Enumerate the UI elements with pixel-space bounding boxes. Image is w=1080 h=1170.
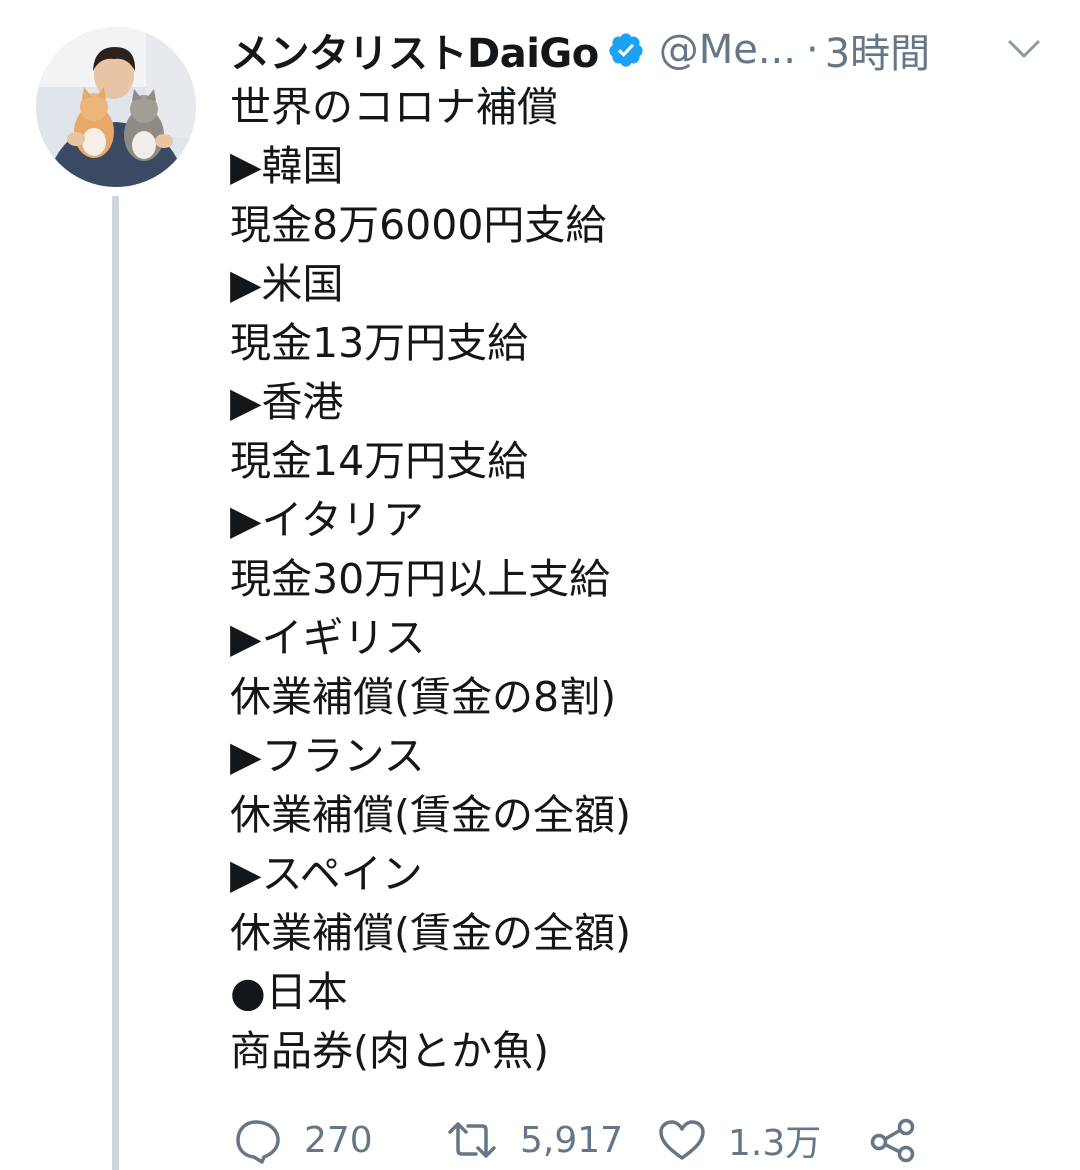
retweet-count: 5,917 bbox=[520, 1119, 624, 1161]
tweet-text-line: 休業補償(賃金の全額) bbox=[230, 791, 631, 839]
tweet-text-line: 世界のコロナ補償 bbox=[230, 83, 558, 131]
tweet-text-line: ▶フランス bbox=[230, 732, 425, 780]
retweet-icon bbox=[448, 1122, 496, 1158]
tweet-text-line: ▶イギリス bbox=[230, 614, 426, 662]
heart-icon bbox=[659, 1120, 705, 1160]
chevron-down-icon[interactable] bbox=[1006, 36, 1042, 62]
tweet-header: メンタリストDaiGo @Me... · 3時間 bbox=[230, 21, 1060, 79]
tweet-text-line: ●日本 bbox=[230, 968, 348, 1016]
tweet-text-line: 休業補償(賃金の全額) bbox=[230, 909, 631, 957]
display-name[interactable]: メンタリストDaiGo bbox=[230, 21, 599, 79]
timestamp[interactable]: 3時間 bbox=[825, 21, 930, 79]
tweet-actions: 270 5,917 1.3万 bbox=[232, 1112, 952, 1168]
tweet-text-line: ▶韓国 bbox=[230, 142, 344, 190]
reply-icon bbox=[236, 1120, 280, 1164]
share-button[interactable] bbox=[868, 1112, 918, 1168]
tweet-text-line: ▶香港 bbox=[230, 378, 344, 426]
like-count: 1.3万 bbox=[728, 1123, 822, 1164]
tweet-text-line: 現金8万6000円支給 bbox=[230, 201, 607, 249]
like-button[interactable]: 1.3万 bbox=[656, 1112, 821, 1168]
tweet-text-line: 現金30万円以上支給 bbox=[230, 555, 611, 603]
tweet-text: 世界のコロナ補償 ▶韓国 現金8万6000円支給 ▶米国 現金13万円支給 ▶香… bbox=[230, 78, 1050, 1081]
thread-line bbox=[112, 196, 119, 1170]
avatar-photo bbox=[36, 27, 196, 187]
tweet-text-line: 商品券(肉とか魚) bbox=[230, 1027, 549, 1075]
share-icon bbox=[870, 1118, 915, 1163]
separator-dot: · bbox=[805, 27, 819, 73]
tweet-text-line: ▶イタリア bbox=[230, 496, 424, 544]
verified-badge-icon bbox=[609, 33, 643, 67]
reply-button[interactable]: 270 bbox=[232, 1112, 373, 1168]
tweet-text-line: ▶米国 bbox=[230, 260, 344, 308]
tweet: メンタリストDaiGo @Me... · 3時間 世界のコロナ補償 ▶韓国 現金… bbox=[0, 0, 1080, 1170]
tweet-text-line: 休業補償(賃金の8割) bbox=[230, 673, 617, 721]
reply-count: 270 bbox=[304, 1119, 373, 1161]
tweet-text-line: 現金13万円支給 bbox=[230, 319, 529, 367]
avatar[interactable] bbox=[36, 27, 196, 187]
handle[interactable]: @Me... bbox=[659, 27, 796, 73]
tweet-text-line: ▶スペイン bbox=[230, 850, 423, 898]
tweet-text-line: 現金14万円支給 bbox=[230, 437, 529, 485]
retweet-button[interactable]: 5,917 bbox=[444, 1112, 623, 1168]
